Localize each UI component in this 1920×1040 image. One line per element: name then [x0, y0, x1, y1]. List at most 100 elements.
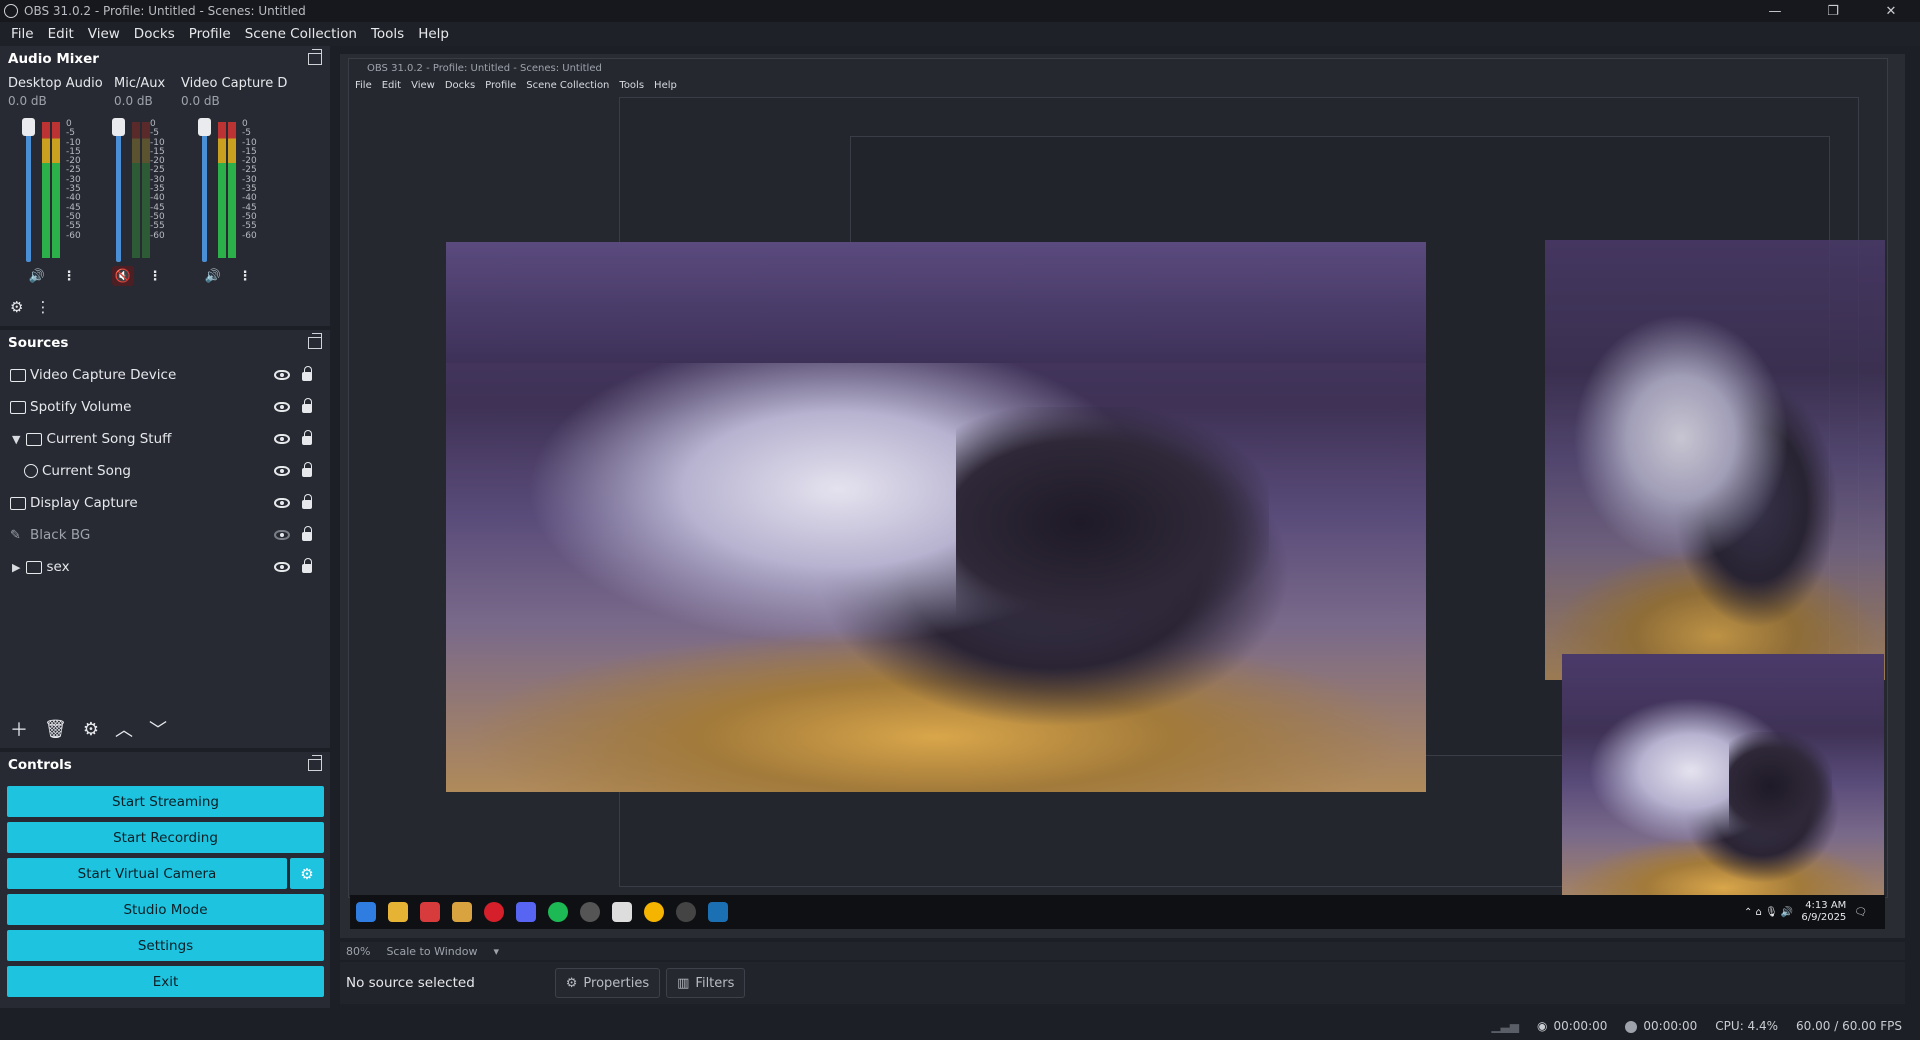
camera-icon: [10, 368, 26, 382]
channel-menu-icon[interactable]: ⋮: [234, 266, 256, 286]
gear-icon[interactable]: ⚙: [83, 719, 99, 740]
add-icon[interactable]: ＋: [10, 716, 28, 742]
meter-scale: 0 -5 -10 -15 -20 -25 -30 -35 -40 -45 -50 -55 -60: [242, 119, 257, 241]
source-item[interactable]: Display Capture: [0, 490, 330, 516]
status-bar: ▁▃▅ ◉ 00:00:00 00:00:00 CPU: 4.4% 60.00 /…: [0, 1012, 1920, 1040]
preview-canvas[interactable]: OBS 31.0.2 - Profile: Untitled - Scenes:…: [340, 54, 1905, 938]
lock-icon[interactable]: [302, 526, 312, 541]
chevron-up-icon[interactable]: ︿: [115, 716, 133, 742]
stream-status: ◉ 00:00:00: [1537, 1019, 1607, 1033]
stream-time: 00:00:00: [1553, 1019, 1608, 1033]
lock-icon[interactable]: [302, 430, 312, 445]
visibility-eye-icon[interactable]: [274, 498, 290, 508]
pen-icon: [612, 902, 632, 922]
menu-tools[interactable]: Tools: [364, 26, 411, 42]
visibility-eye-icon[interactable]: [274, 402, 290, 412]
source-group[interactable]: ▶ sex: [0, 554, 330, 580]
lock-icon[interactable]: [302, 462, 312, 477]
nested-menu-item: Scene Collection: [526, 79, 610, 91]
slider-handle[interactable]: [22, 118, 35, 136]
source-group[interactable]: ▼ Current Song Stuff: [0, 426, 330, 452]
volume-slider[interactable]: [22, 118, 35, 262]
start-virtual-camera-button[interactable]: Start Virtual Camera: [7, 858, 287, 889]
audio-mixer-dock: Audio Mixer Desktop Audio 0.0 dB Mic/Aux…: [0, 46, 330, 326]
channel-db: 0.0 dB: [181, 94, 220, 108]
properties-button[interactable]: ⚙ Properties: [554, 968, 661, 998]
scale-mode-dropdown[interactable]: Scale to Window: [386, 945, 477, 958]
sources-title: Sources: [8, 335, 69, 351]
menu-docks[interactable]: Docks: [127, 26, 182, 42]
source-label: Black BG: [30, 527, 91, 543]
virtual-camera-gear-icon[interactable]: ⚙: [290, 858, 324, 889]
controls-title: Controls: [8, 757, 72, 773]
menu-profile[interactable]: Profile: [182, 26, 238, 42]
menu-edit[interactable]: Edit: [41, 26, 81, 42]
menu-view[interactable]: View: [81, 26, 127, 42]
slider-handle[interactable]: [112, 118, 125, 136]
properties-label: Properties: [583, 975, 650, 991]
nested-menu-item: Profile: [485, 79, 517, 91]
zoom-level: 80%: [346, 944, 371, 958]
visibility-eye-icon[interactable]: [274, 434, 290, 444]
slider-handle[interactable]: [198, 118, 211, 136]
nested-menu-item: Help: [654, 79, 677, 91]
speaker-icon[interactable]: 🔊: [26, 266, 48, 286]
menu-help[interactable]: Help: [411, 26, 456, 42]
clock-time: 4:13 AM: [1805, 900, 1847, 911]
chrome-icon: [644, 902, 664, 922]
lock-icon[interactable]: [302, 366, 312, 381]
channel-menu-icon[interactable]: ⋮: [144, 266, 166, 286]
app-icon: [452, 902, 472, 922]
source-label: Current Song Stuff: [46, 431, 172, 447]
maximize-button[interactable]: ❐: [1804, 0, 1862, 22]
start-streaming-button[interactable]: Start Streaming: [7, 786, 324, 817]
start-recording-button[interactable]: Start Recording: [7, 822, 324, 853]
chevron-down-icon[interactable]: ▾: [493, 945, 499, 958]
file-explorer-icon: [388, 902, 408, 922]
monitor-icon: [10, 496, 26, 510]
speaker-icon[interactable]: 🔊: [202, 266, 224, 286]
volume-slider[interactable]: [112, 118, 125, 262]
undock-icon[interactable]: [308, 755, 322, 771]
undock-icon[interactable]: [308, 333, 322, 349]
undock-icon[interactable]: [308, 49, 322, 65]
trash-icon[interactable]: 🗑: [44, 719, 67, 740]
source-label: Spotify Volume: [30, 399, 132, 415]
muted-speaker-icon[interactable]: 🔇: [112, 266, 134, 286]
exit-button[interactable]: Exit: [7, 966, 324, 997]
advanced-audio-gear-icon[interactable]: ⚙: [10, 298, 23, 316]
visibility-eye-icon[interactable]: [274, 370, 290, 380]
controls-dock: Controls Start Streaming Start Recording…: [0, 752, 330, 1008]
nested-menu-item: View: [411, 79, 435, 91]
record-status: 00:00:00: [1625, 1019, 1697, 1033]
source-item[interactable]: Current Song: [0, 458, 330, 484]
visibility-eye-icon[interactable]: [274, 466, 290, 476]
lock-icon[interactable]: [302, 398, 312, 413]
menu-scene-collection[interactable]: Scene Collection: [238, 26, 364, 42]
mixer-menu-icon[interactable]: ⋮: [35, 298, 50, 316]
lock-icon[interactable]: [302, 558, 312, 573]
chevron-down-icon[interactable]: ﹀: [149, 716, 167, 742]
hidden-eye-icon[interactable]: [274, 530, 290, 540]
obs-window: { "window": {"title": "OBS 31.0.2 - Prof…: [0, 0, 1920, 1040]
minimize-button[interactable]: —: [1746, 0, 1804, 22]
studio-mode-button[interactable]: Studio Mode: [7, 894, 324, 925]
visibility-eye-icon[interactable]: [274, 562, 290, 572]
volume-slider[interactable]: [198, 118, 211, 262]
folder-icon: [26, 560, 43, 574]
menu-file[interactable]: File: [4, 26, 41, 42]
source-item[interactable]: Spotify Volume: [0, 394, 330, 420]
settings-button[interactable]: Settings: [7, 930, 324, 961]
chevron-down-icon[interactable]: ▼: [12, 433, 20, 446]
chevron-right-icon[interactable]: ▶: [12, 561, 20, 574]
channel-menu-icon[interactable]: ⋮: [58, 266, 80, 286]
audio-mixer-title: Audio Mixer: [8, 51, 99, 67]
window-title: OBS 31.0.2 - Profile: Untitled - Scenes:…: [24, 4, 306, 18]
source-item[interactable]: ✎ Black BG: [0, 522, 330, 548]
close-button[interactable]: ✕: [1862, 0, 1920, 22]
source-item[interactable]: Video Capture Device: [0, 362, 330, 388]
obs-icon: [580, 902, 600, 922]
lock-icon[interactable]: [302, 494, 312, 509]
filters-button[interactable]: ▥ Filters: [666, 968, 746, 998]
network-bars-icon: ▁▃▅: [1491, 1019, 1519, 1033]
